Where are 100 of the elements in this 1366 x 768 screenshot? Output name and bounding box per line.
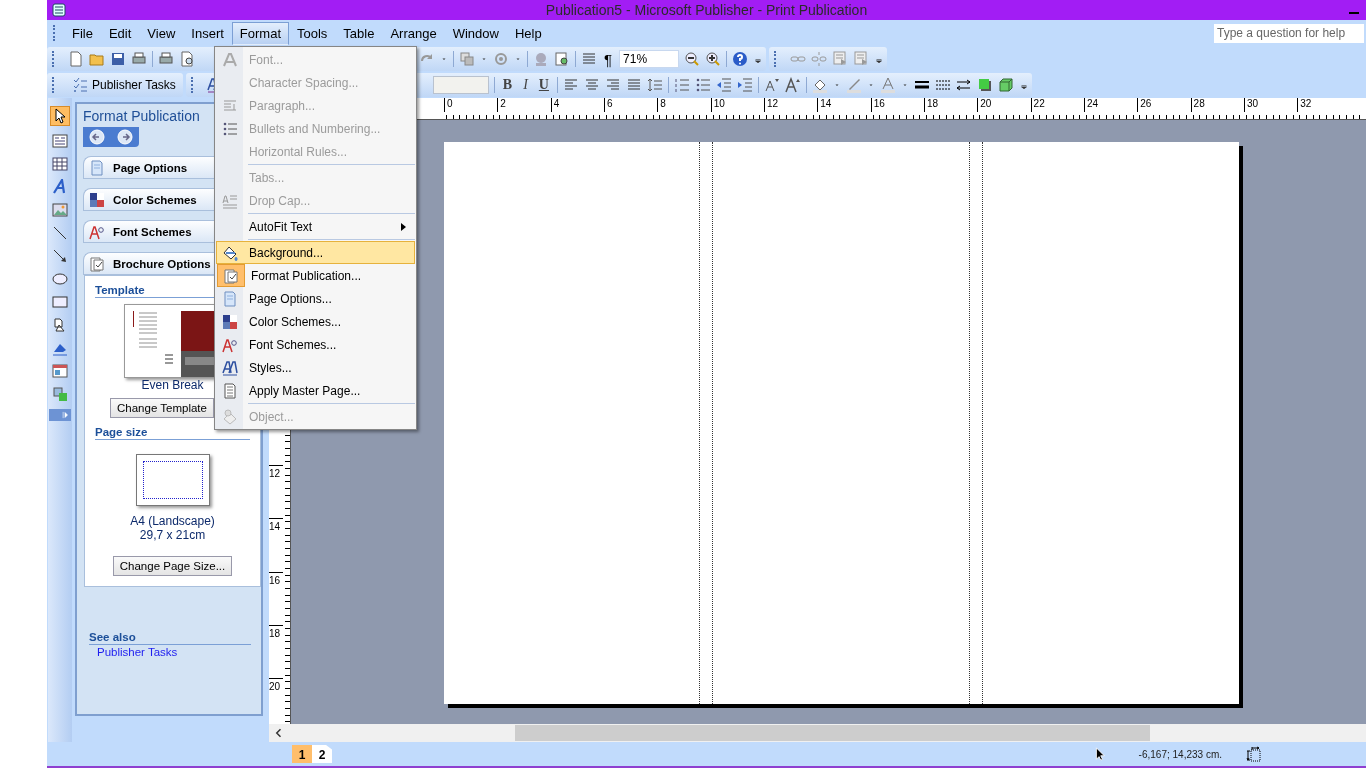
pane-title: Format Publication (83, 108, 200, 124)
page-icon (89, 159, 105, 176)
page-size-name: A4 (Landscape) (130, 514, 215, 528)
justify-icon[interactable] (625, 77, 642, 93)
cursor-position: -6,167; 14,233 cm. (1138, 748, 1222, 760)
menu-item[interactable]: Apply Master Page... (216, 379, 415, 402)
pointer-icon[interactable] (52, 108, 68, 124)
checklist-icon[interactable] (72, 77, 88, 93)
arrow-icon[interactable] (52, 248, 68, 264)
align-center-icon[interactable] (583, 77, 600, 93)
menu-item[interactable]: Color Schemes... (216, 310, 415, 333)
catalog-icon[interactable] (52, 363, 68, 379)
page-lines-icon (222, 382, 238, 399)
page-size-icon (135, 454, 210, 506)
menu-item[interactable]: Background... (216, 241, 415, 264)
rectangle-icon[interactable] (52, 294, 68, 310)
print-preview-icon[interactable] (179, 51, 195, 67)
3d-cube-icon[interactable] (997, 77, 1014, 93)
font-color-icon[interactable] (879, 77, 896, 93)
design-gallery-icon[interactable] (52, 386, 68, 402)
styles-letters-icon (222, 359, 238, 376)
menu-item[interactable]: File (64, 21, 101, 45)
menu-item[interactable]: Insert (183, 21, 232, 45)
layers-icon[interactable] (459, 51, 475, 67)
italic-button[interactable]: I (520, 77, 531, 93)
color-squares-icon (89, 191, 105, 208)
menu-item[interactable]: Font Schemes... (216, 333, 415, 356)
paint-bucket-icon (222, 244, 238, 261)
menu-item[interactable]: Arrange (382, 21, 445, 45)
web-preview-icon[interactable] (554, 51, 570, 67)
menu-item[interactable]: Edit (100, 21, 140, 45)
section-heading: See also (89, 631, 251, 645)
dash-style-icon[interactable] (934, 77, 951, 93)
font-letters-icon (222, 336, 238, 353)
bullet-list-icon (222, 120, 238, 137)
image-icon[interactable] (52, 202, 68, 218)
letter-icon (222, 51, 238, 68)
columns-icon[interactable] (581, 51, 597, 67)
shapes-icon[interactable] (52, 317, 68, 333)
menu-item[interactable]: Table (335, 21, 383, 45)
menu-item[interactable]: Tools (289, 21, 336, 45)
help-icon[interactable] (732, 51, 749, 67)
bullet-list-icon[interactable] (694, 77, 711, 93)
fill-color-icon[interactable] (811, 77, 828, 93)
align-right-icon[interactable] (604, 77, 621, 93)
page-tab[interactable]: 2 (312, 745, 332, 763)
help-search-field[interactable]: Type a question for help (1214, 23, 1364, 43)
template-name: Even Break (141, 378, 204, 392)
document-check-icon (89, 255, 105, 272)
bold-button[interactable]: B (499, 77, 516, 93)
drop-cap-icon (222, 192, 238, 209)
text-box-icon[interactable] (52, 133, 68, 149)
decrease-indent-icon[interactable] (715, 77, 732, 93)
printer-icon[interactable] (158, 51, 174, 67)
scrollbar-thumb[interactable] (515, 725, 1150, 741)
rotate-icon[interactable] (493, 51, 509, 67)
color-squares-icon (222, 313, 238, 330)
paragraph-icon (222, 97, 238, 114)
line-color-icon[interactable] (845, 77, 862, 93)
increase-indent-icon[interactable] (736, 77, 753, 93)
decrease-font-icon[interactable] (763, 77, 780, 93)
change-template-button[interactable]: Change Template (110, 398, 214, 418)
page-tab[interactable]: 1 (292, 745, 312, 763)
new-document-icon[interactable] (68, 51, 84, 67)
shadow-icon[interactable] (976, 77, 993, 93)
menu-item[interactable]: Help (506, 21, 550, 45)
page-icon (222, 290, 238, 307)
forward-icon[interactable] (117, 129, 133, 145)
zoom-out-icon[interactable] (684, 51, 701, 67)
object-icon (222, 408, 238, 425)
line-icon[interactable] (52, 225, 68, 241)
window-title: Publication5 - Microsoft Publisher - Print Publication (544, 2, 869, 18)
table-icon[interactable] (52, 156, 68, 172)
menu-item[interactable]: Format (231, 21, 289, 45)
underline-button[interactable]: U (535, 77, 552, 93)
page-dimensions: 29,7 x 21cm (139, 528, 206, 542)
font-size-field[interactable] (432, 76, 489, 94)
document-check-icon (223, 267, 239, 284)
menu-item[interactable]: View (139, 21, 184, 45)
task-link[interactable]: Publisher Tasks (97, 646, 178, 658)
zoom-field[interactable]: 71% (619, 50, 680, 68)
object-size-icon (1246, 746, 1262, 762)
text-flow-icon[interactable] (832, 51, 849, 67)
menu-item[interactable]: Styles... (216, 356, 415, 379)
menu-item[interactable]: Window (444, 21, 507, 45)
word-art-icon[interactable] (52, 179, 68, 195)
printer-icon[interactable] (131, 51, 147, 67)
back-icon[interactable] (89, 129, 105, 145)
zoom-in-icon[interactable] (705, 51, 722, 67)
oval-icon[interactable] (52, 271, 68, 287)
arrow-style-icon[interactable] (955, 77, 972, 93)
submenu-arrow-icon (401, 222, 406, 231)
save-icon[interactable] (110, 51, 126, 67)
change-page-size-button[interactable]: Change Page Size... (112, 556, 233, 576)
line-spacing-icon[interactable] (646, 77, 663, 93)
more-icon[interactable] (60, 410, 70, 420)
align-left-icon[interactable] (562, 77, 579, 93)
app-icon (51, 2, 67, 18)
increase-font-icon[interactable] (784, 77, 801, 93)
formatting-marks-button[interactable]: ¶ (602, 50, 615, 68)
